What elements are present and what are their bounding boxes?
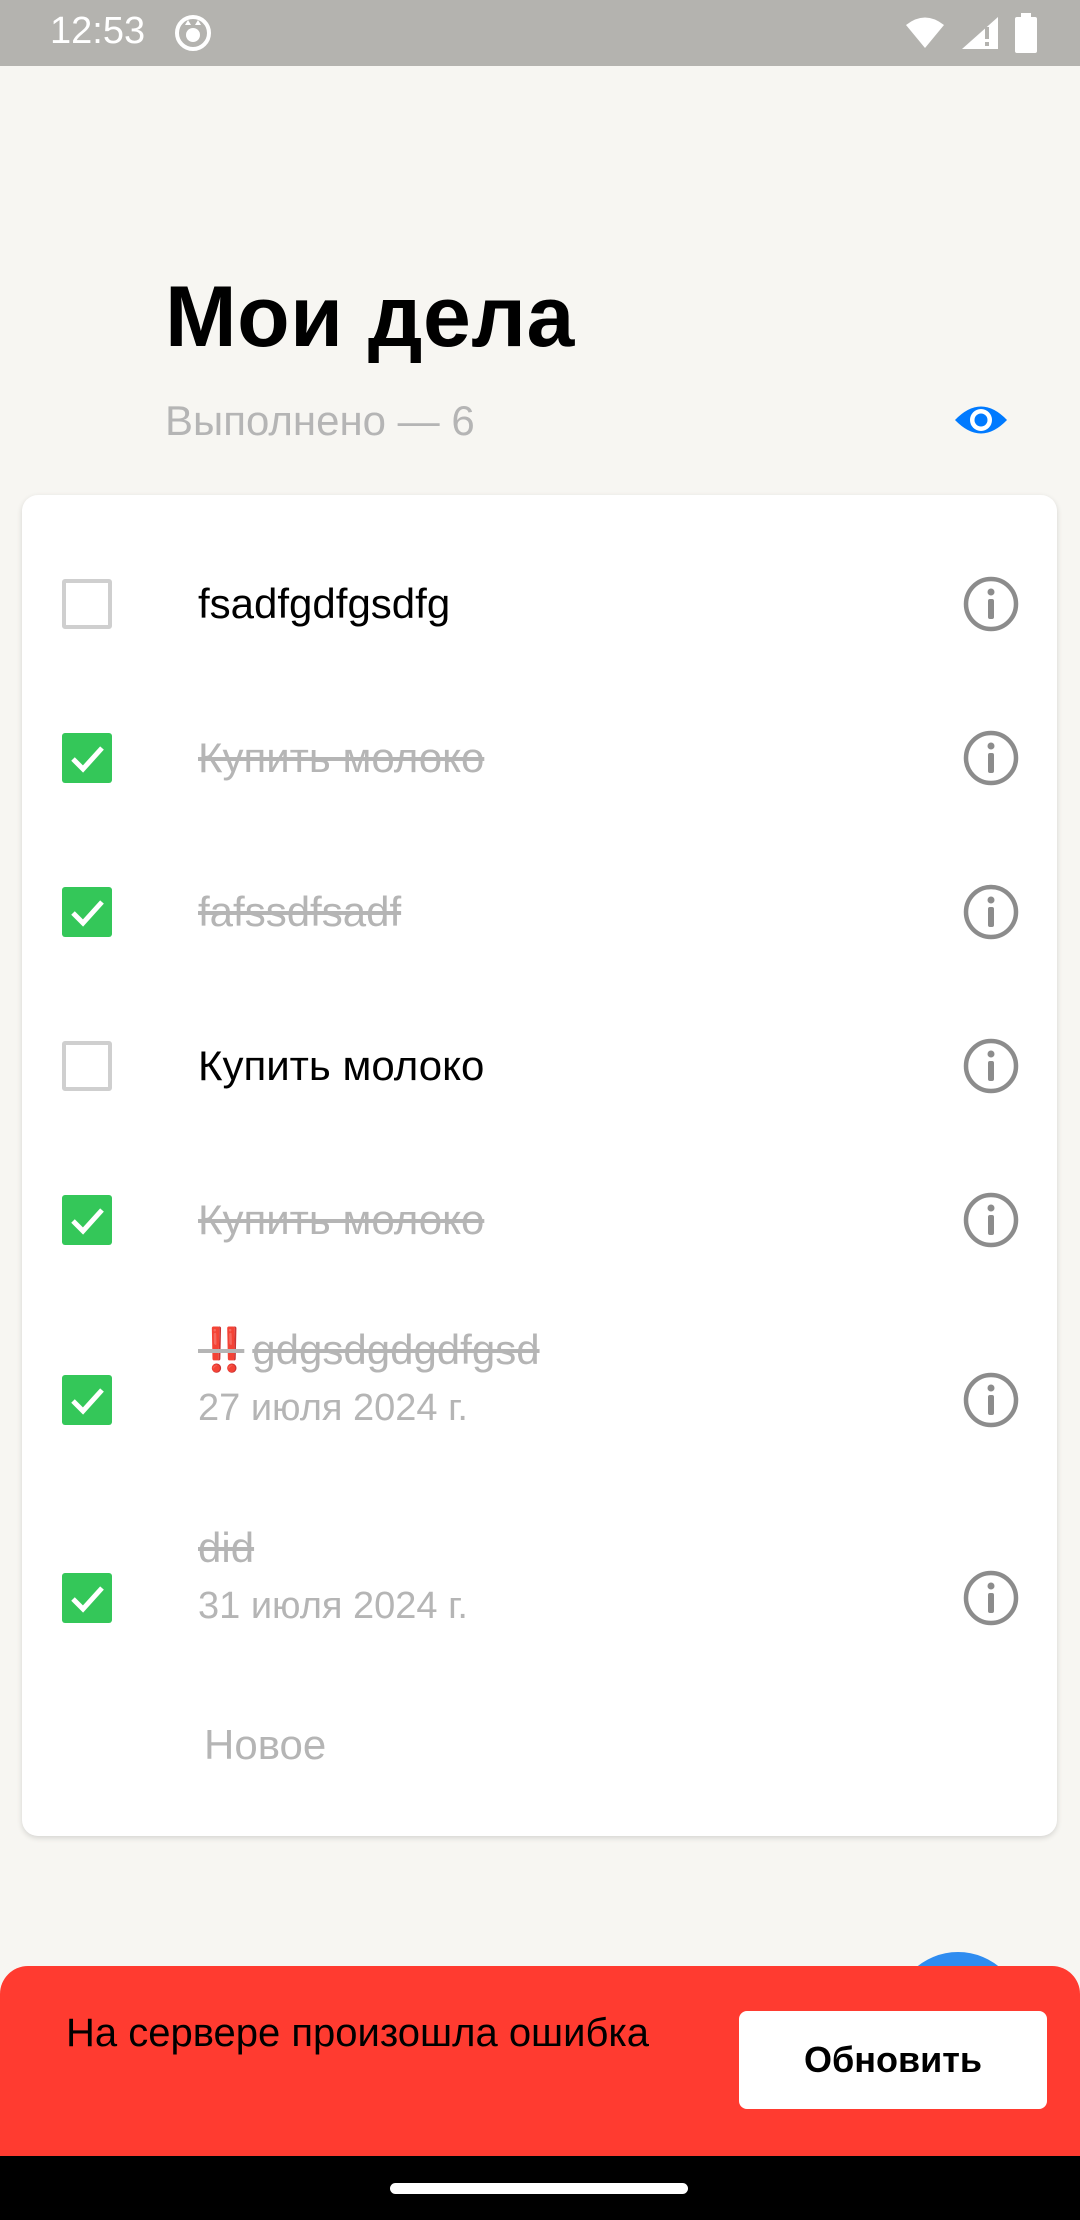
task-row[interactable]: fsadfgdfgsdfg — [22, 555, 1057, 669]
task-checkbox[interactable] — [62, 1041, 112, 1091]
navigation-bar — [0, 2156, 1080, 2220]
task-row[interactable]: Купить молоко — [22, 709, 1057, 823]
task-checkbox[interactable] — [62, 733, 112, 783]
task-title: Купить молоко — [198, 734, 485, 781]
task-checkbox[interactable] — [62, 887, 112, 937]
info-icon[interactable] — [962, 1569, 1020, 1627]
task-checkbox[interactable] — [62, 1195, 112, 1245]
done-count-text: Выполнено — 6 — [165, 397, 475, 444]
done-count-label: Выполнено — 6 — [165, 397, 475, 445]
task-title: fafssdfsadf — [198, 888, 402, 935]
eye-icon — [955, 406, 1007, 434]
check-icon — [71, 1388, 104, 1415]
page-title: Мои дела — [165, 269, 575, 365]
info-icon[interactable] — [962, 1371, 1020, 1429]
task-title: fsadfgdfgsdfg — [198, 580, 451, 627]
visibility-toggle-button[interactable] — [948, 393, 1014, 447]
check-icon — [71, 746, 104, 773]
home-gesture-handle[interactable] — [390, 2183, 688, 2194]
task-title: ‼️ gdgsdgdgdfgsd — [198, 1326, 540, 1375]
new-task-input[interactable]: Новое — [204, 1721, 326, 1769]
check-icon — [71, 900, 104, 927]
info-icon[interactable] — [962, 1191, 1020, 1249]
status-bar: 12:53 — [0, 0, 1080, 66]
info-icon[interactable] — [962, 1037, 1020, 1095]
refresh-button[interactable]: Обновить — [739, 2011, 1047, 2109]
battery-icon — [1015, 13, 1037, 53]
info-icon[interactable] — [962, 575, 1020, 633]
info-icon[interactable] — [962, 729, 1020, 787]
task-title: Купить молоко — [198, 1196, 485, 1243]
task-checkbox[interactable] — [62, 1573, 112, 1623]
app-notification-icon — [175, 15, 211, 51]
task-row[interactable]: ‼️ gdgsdgdgdfgsd 27 июля 2024 г. — [22, 1321, 1057, 1481]
status-time: 12:53 — [50, 10, 146, 52]
task-list-card: fsadfgdfgsdfg Купить молоко fafssdfsadf — [22, 495, 1057, 1836]
info-icon[interactable] — [962, 883, 1020, 941]
task-deadline: 31 июля 2024 г. — [198, 1585, 468, 1627]
snackbar-message: На сервере произошла ошибка — [66, 2011, 650, 2055]
priority-marker: ‼️ — [198, 1326, 250, 1373]
wifi-icon — [906, 17, 944, 48]
error-snackbar: На сервере произошла ошибка Обновить — [0, 1966, 1080, 2156]
check-icon — [71, 1208, 104, 1235]
task-deadline: 27 июля 2024 г. — [198, 1387, 468, 1429]
task-row[interactable]: Купить молоко — [22, 1171, 1057, 1285]
signal-icon — [962, 17, 998, 49]
status-icons — [904, 12, 1038, 54]
task-checkbox[interactable] — [62, 1375, 112, 1425]
task-checkbox[interactable] — [62, 579, 112, 629]
task-title: did — [198, 1524, 255, 1571]
check-icon — [71, 1586, 104, 1613]
task-row[interactable]: did 31 июля 2024 г. — [22, 1519, 1057, 1679]
task-title-text: gdgsdgdgdfgsd — [252, 1326, 540, 1373]
task-title: Купить молоко — [198, 1042, 485, 1089]
task-row[interactable]: fafssdfsadf — [22, 863, 1057, 977]
task-row[interactable]: Купить молоко — [22, 1017, 1057, 1131]
